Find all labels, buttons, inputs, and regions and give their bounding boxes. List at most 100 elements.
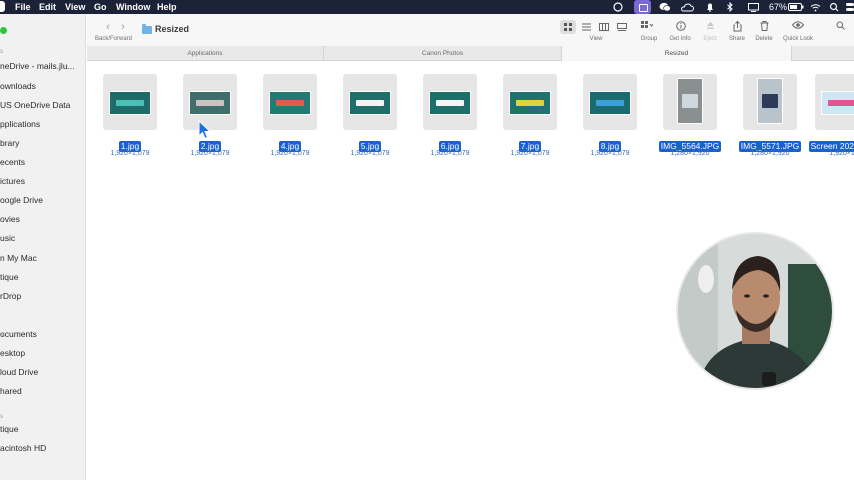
battery-icon[interactable]	[788, 3, 804, 11]
file-dimensions: 1,920×1	[829, 150, 854, 157]
view-label: View	[589, 36, 603, 42]
file-thumbnail[interactable]	[429, 91, 471, 115]
finder-sidebar: s neDrive - mails.jlu... ownloads US OneDr…	[0, 14, 86, 480]
sidebar-item[interactable]: n My Mac	[0, 253, 37, 264]
menu-help[interactable]: Help	[157, 1, 177, 13]
gallery-view-icon[interactable]	[614, 20, 630, 34]
bluetooth-icon[interactable]	[726, 2, 734, 12]
menu-window[interactable]: Window	[116, 1, 150, 13]
file-dimensions: 1,920×1,079	[110, 150, 150, 157]
display-icon[interactable]	[748, 3, 759, 12]
forward-icon[interactable]: ›	[118, 21, 128, 33]
search-icon[interactable]	[834, 21, 846, 33]
screen-recording-icon[interactable]	[634, 0, 651, 14]
view-mode-control[interactable]	[560, 20, 632, 34]
wifi-icon[interactable]	[810, 3, 821, 12]
sidebar-item[interactable]: ovies	[0, 214, 20, 225]
menu-file[interactable]: File	[15, 1, 31, 13]
sidebar-item[interactable]: tique	[0, 424, 18, 435]
file-thumbnail[interactable]	[269, 91, 311, 115]
thumbnail-detail	[436, 99, 464, 107]
sidebar-item[interactable]: neDrive - mails.jlu...	[0, 61, 75, 72]
list-view-icon[interactable]	[578, 20, 594, 34]
group-label: Group	[640, 36, 658, 42]
sidebar-item[interactable]: pplications	[0, 119, 40, 130]
thumbnail-detail	[276, 99, 304, 107]
tab-resized[interactable]: Resized	[562, 46, 792, 61]
file-thumbnail[interactable]	[589, 91, 631, 115]
focus-icon[interactable]	[613, 2, 623, 12]
sidebar-section-heading: s	[0, 414, 3, 420]
get-info-label: Get Info	[669, 36, 691, 42]
folder-icon	[142, 24, 152, 34]
thumbnail-detail	[196, 99, 224, 107]
file-thumbnail[interactable]	[509, 91, 551, 115]
tab-canon-photos[interactable]: Canon Photos	[324, 46, 562, 61]
file-dimensions: 1,920×1,079	[270, 150, 310, 157]
control-center-icon[interactable]	[846, 2, 854, 12]
window-title: Resized	[155, 24, 190, 34]
file-dimensions: 1,280×1,920	[750, 150, 790, 157]
file-dimensions: 1,920×1,079	[350, 150, 390, 157]
apple-menu-icon[interactable]	[0, 1, 5, 12]
zoom-window-button[interactable]	[0, 27, 7, 34]
menu-bar: File Edit View Go Window Help 67%	[0, 0, 854, 14]
back-icon[interactable]: ‹	[103, 21, 113, 33]
file-thumbnail[interactable]	[821, 91, 854, 115]
notification-bell-icon[interactable]	[705, 2, 715, 12]
menu-view[interactable]: View	[65, 1, 85, 13]
file-dimensions: 1,920×1,079	[190, 150, 230, 157]
new-tab-area[interactable]	[792, 46, 854, 61]
share-icon[interactable]	[731, 20, 743, 33]
tab-bar: Applications Canon Photos Resized	[87, 46, 854, 61]
sidebar-section-heading: s	[0, 332, 3, 338]
thumbnail-detail	[516, 99, 544, 107]
eject-label: Eject	[703, 36, 717, 42]
sidebar-item[interactable]: esktop	[0, 348, 25, 359]
wechat-icon[interactable]	[659, 2, 671, 12]
sidebar-item[interactable]: oogle Drive	[0, 195, 43, 206]
file-dimensions: 1,920×1,079	[510, 150, 550, 157]
delete-label: Delete	[755, 36, 773, 42]
menu-edit[interactable]: Edit	[39, 1, 56, 13]
sidebar-item[interactable]: brary	[0, 138, 19, 149]
file-dimensions: 1,280×1,920	[670, 150, 710, 157]
eject-icon[interactable]	[704, 21, 716, 33]
trash-icon[interactable]	[758, 21, 770, 33]
menu-go[interactable]: Go	[94, 1, 107, 13]
webcam-overlay	[676, 232, 834, 390]
file-thumbnail[interactable]	[349, 91, 391, 115]
quick-look-label: Quick Look	[782, 36, 813, 42]
file-thumbnail[interactable]	[189, 91, 231, 115]
file-thumbnail[interactable]	[677, 78, 703, 124]
tab-applications[interactable]: Applications	[87, 46, 324, 61]
column-view-icon[interactable]	[596, 20, 612, 34]
sidebar-item[interactable]: rDrop	[0, 291, 21, 302]
thumbnail-detail	[761, 94, 779, 108]
sidebar-item[interactable]: acintosh HD	[0, 443, 46, 454]
sidebar-item[interactable]: ocuments	[0, 329, 37, 340]
sidebar-section-heading: s	[0, 49, 3, 55]
sidebar-item[interactable]: hared	[0, 386, 22, 397]
finder-toolbar: ‹ › Back/Forward Resized View Group Get …	[87, 14, 854, 46]
get-info-icon[interactable]	[675, 21, 687, 33]
sidebar-item[interactable]: ownloads	[0, 81, 36, 92]
cloud-icon[interactable]	[680, 3, 694, 12]
file-dimensions: 1,920×1,079	[590, 150, 630, 157]
quick-look-eye-icon[interactable]	[791, 21, 805, 33]
mouse-cursor-icon	[198, 120, 212, 140]
sidebar-item[interactable]: usic	[0, 233, 15, 244]
sidebar-item[interactable]: ecents	[0, 157, 25, 168]
sidebar-item[interactable]: loud Drive	[0, 367, 38, 378]
file-thumbnail[interactable]	[109, 91, 151, 115]
sidebar-item[interactable]: ictures	[0, 176, 25, 187]
icon-view-icon[interactable]	[560, 20, 576, 34]
sidebar-item[interactable]: tique	[0, 272, 18, 283]
thumbnail-detail	[681, 94, 699, 108]
group-icon[interactable]	[639, 21, 655, 33]
thumbnail-detail	[828, 99, 854, 107]
thumbnail-detail	[116, 99, 144, 107]
search-icon[interactable]	[829, 2, 839, 12]
sidebar-item[interactable]: US OneDrive Data	[0, 100, 70, 111]
file-thumbnail[interactable]	[757, 78, 783, 124]
